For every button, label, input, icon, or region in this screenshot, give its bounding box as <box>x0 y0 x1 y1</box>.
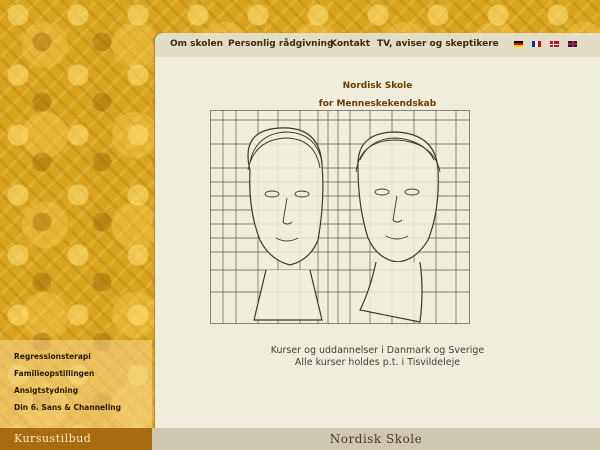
top-navigation: Om skolen Personlig rådgivning Kontakt T… <box>155 33 600 57</box>
uk-flag-icon[interactable] <box>568 41 577 47</box>
french-flag-icon[interactable] <box>532 41 541 47</box>
nav-kontakt[interactable]: Kontakt <box>330 39 370 49</box>
footer-left-label: Kursustilbud <box>0 428 152 450</box>
nav-om-skolen[interactable]: Om skolen <box>170 39 223 49</box>
german-flag-icon[interactable] <box>514 41 523 47</box>
sidebar-item-familieopstillingen[interactable]: Familieopstillingen <box>14 369 94 378</box>
sidebar-item-din-6-sans-channeling[interactable]: Din 6. Sans & Channeling <box>14 403 121 412</box>
footer-bar: Kursustilbud Nordisk Skole <box>0 428 600 450</box>
sidebar-item-regressionsterapi[interactable]: Regressionsterapi <box>14 352 91 361</box>
sidebar-item-ansigtstydning[interactable]: Ansigtstydning <box>14 386 78 395</box>
content-panel: Om skolen Personlig rådgivning Kontakt T… <box>155 33 600 428</box>
course-menu: Regressionsterapi Familieopstillingen An… <box>0 340 152 428</box>
page-subtitle: for Menneskekendskab <box>318 99 437 109</box>
danish-flag-icon[interactable] <box>550 41 559 47</box>
footer-right-label: Nordisk Skole <box>152 428 600 450</box>
face-proportion-drawing <box>210 110 470 324</box>
caption-line-1: Kurser og uddannelser i Danmark og Sveri… <box>270 345 485 356</box>
nav-tv-aviser-skeptikere[interactable]: TV, aviser og skeptikere <box>377 39 499 49</box>
page-title: Nordisk Skole <box>342 81 413 91</box>
caption-line-2: Alle kurser holdes p.t. i Tisvildeleje <box>294 357 461 368</box>
nav-personlig-raadgivning[interactable]: Personlig rådgivning <box>228 39 334 49</box>
